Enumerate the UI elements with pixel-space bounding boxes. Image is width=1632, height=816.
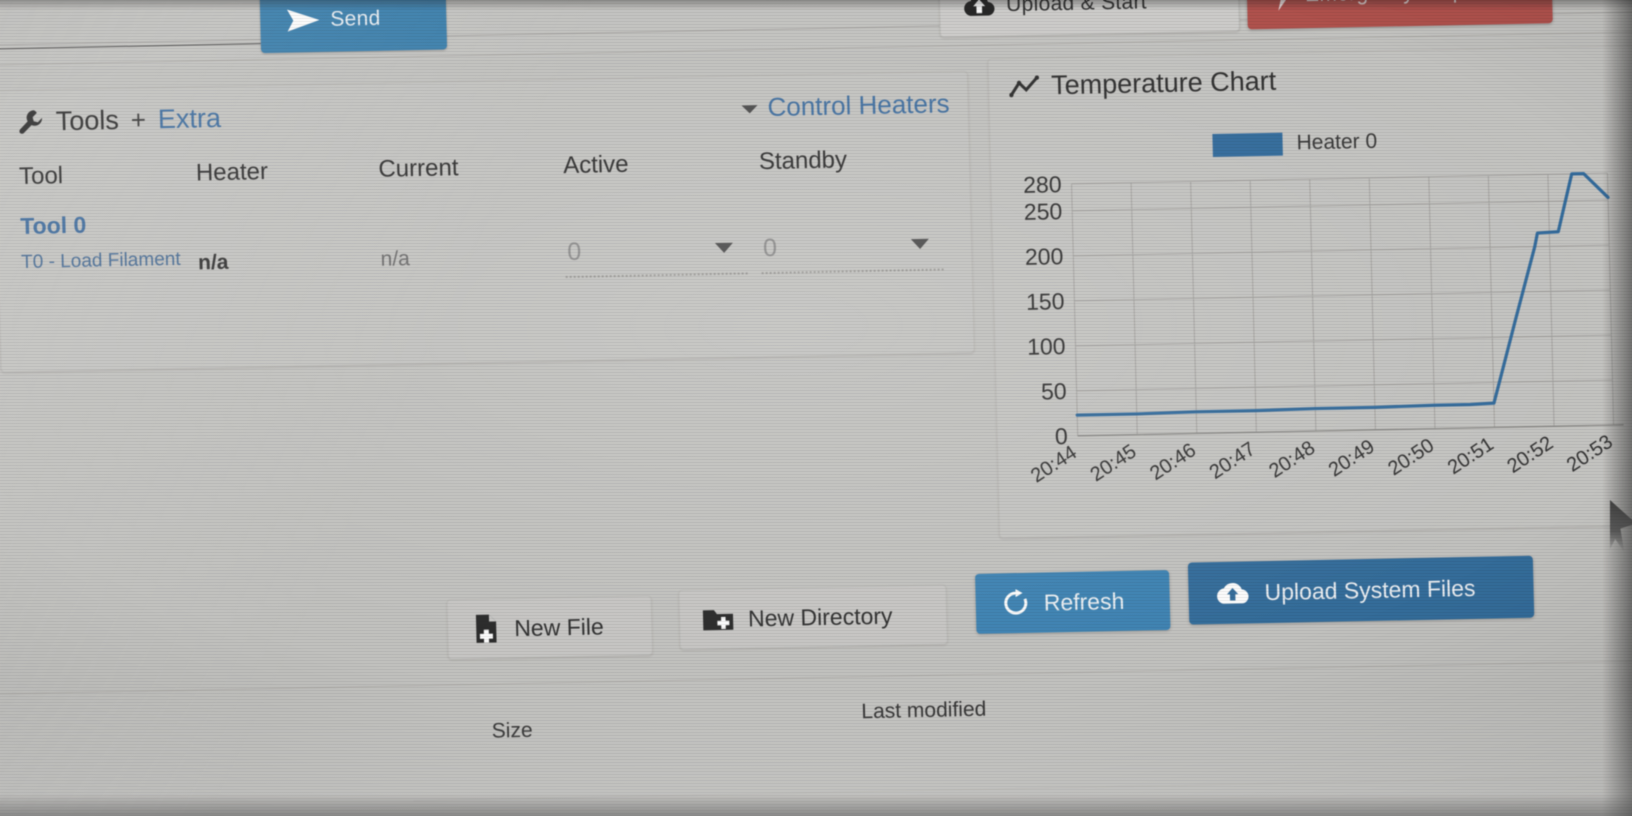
new-file-label: New File — [513, 612, 604, 641]
svg-text:20:45: 20:45 — [1087, 440, 1141, 486]
svg-text:20:46: 20:46 — [1146, 439, 1200, 485]
svg-text:20:44: 20:44 — [1027, 442, 1081, 488]
add-tool-plus[interactable]: + — [130, 104, 146, 135]
photo-edge-shadow-right — [1602, 0, 1632, 816]
send-button-label: Send — [330, 6, 381, 31]
current-value: n/a — [380, 247, 411, 271]
active-caret-down-icon[interactable] — [715, 242, 734, 254]
active-cell: 0 — [564, 198, 762, 284]
new-file-button[interactable]: New File — [446, 595, 653, 660]
col-header-current: Current — [378, 154, 459, 183]
temperature-chart-card: Temperature Chart Heater 0 0 50 100 150 200 2… — [987, 45, 1632, 539]
standby-caret-down-icon[interactable] — [910, 238, 930, 250]
refresh-icon — [1001, 589, 1030, 618]
svg-text:20:47: 20:47 — [1206, 438, 1260, 484]
temperature-chart-title: Temperature Chart — [1050, 65, 1277, 101]
screen-photo: Send Upload & Start Emergency Stop — [0, 0, 1632, 816]
control-heaters-dropdown[interactable]: Control Heaters — [741, 72, 951, 138]
legend-swatch-heater-0 — [1212, 132, 1283, 157]
svg-text:250: 250 — [1024, 198, 1063, 225]
legend-label-heater-0: Heater 0 — [1296, 129, 1378, 155]
new-directory-label: New Directory — [747, 602, 893, 631]
tool-name-link[interactable]: Tool 0 — [20, 209, 197, 240]
wrench-icon — [17, 109, 44, 136]
svg-text:150: 150 — [1026, 288, 1065, 315]
file-table-header: Size Last modified — [0, 660, 1632, 784]
caret-down-icon — [741, 105, 758, 114]
active-temperature-value: 0 — [566, 237, 582, 267]
temperature-chart-svg: 05010015020025028020:44 20:45 20:46 20:47 20… — [1023, 171, 1624, 488]
svg-text:280: 280 — [1023, 171, 1062, 198]
svg-text:20:49: 20:49 — [1325, 436, 1379, 482]
new-directory-button[interactable]: New Directory — [678, 584, 948, 650]
cloud-upload-icon — [1214, 579, 1251, 607]
current-cell: n/a — [379, 202, 566, 288]
upload-system-files-button[interactable]: Upload System Files — [1187, 555, 1535, 625]
standby-temperature-value: 0 — [762, 233, 778, 263]
refresh-button[interactable]: Refresh — [975, 570, 1171, 634]
photo-edge-shadow-bottom — [0, 794, 1632, 816]
file-col-header-size[interactable]: Size — [491, 719, 532, 744]
svg-text:20:48: 20:48 — [1265, 437, 1319, 483]
heater-value: n/a — [197, 250, 229, 275]
tools-table: Tool Heater Current Active Standby Tool … — [18, 134, 951, 295]
active-temperature-input[interactable]: 0 — [565, 234, 756, 284]
svg-text:20:51: 20:51 — [1444, 433, 1498, 479]
upload-system-files-label: Upload System Files — [1264, 574, 1476, 605]
svg-text:200: 200 — [1025, 243, 1064, 270]
standby-input-underline — [761, 268, 944, 275]
tool-load-filament-link[interactable]: T0 - Load Filament — [21, 249, 181, 273]
col-header-active: Active — [562, 150, 629, 180]
svg-text:100: 100 — [1027, 333, 1066, 360]
paper-plane-icon — [286, 7, 321, 34]
svg-text:20:52: 20:52 — [1503, 432, 1557, 478]
chart-legend[interactable]: Heater 0 — [1212, 130, 1377, 157]
photo-edge-shadow-top — [0, 0, 1632, 10]
standby-cell: 0 — [760, 194, 952, 280]
file-plus-icon — [472, 613, 501, 644]
col-header-heater: Heater — [195, 158, 269, 187]
col-header-standby: Standby — [758, 146, 848, 176]
active-input-underline — [565, 272, 748, 279]
tools-card: Tools + Extra Control Heaters Tool Heate… — [0, 70, 975, 373]
main-content: Tools + Extra Control Heaters Tool Heate… — [0, 35, 1632, 816]
extra-link[interactable]: Extra — [158, 102, 222, 134]
line-chart-icon — [1009, 75, 1040, 98]
svg-text:50: 50 — [1041, 378, 1067, 405]
folder-plus-icon — [702, 606, 735, 633]
control-heaters-label: Control Heaters — [767, 87, 950, 122]
file-col-header-last-modified[interactable]: Last modified — [861, 698, 986, 724]
refresh-label: Refresh — [1043, 587, 1125, 616]
duet-web-control-screen: Send Upload & Start Emergency Stop — [0, 0, 1632, 816]
tool-cell: Tool 0 T0 - Load Filament — [20, 209, 199, 295]
heater-cell: n/a — [197, 206, 382, 292]
chart-plot-area: 0 50 100 150 200 250 280 20:44 20:45 20:46 20:47 20… — [1003, 159, 1631, 501]
svg-text:20:50: 20:50 — [1384, 434, 1438, 480]
temperature-chart-header: Temperature Chart — [1009, 66, 1277, 102]
standby-temperature-input[interactable]: 0 — [761, 230, 952, 280]
table-row: Tool 0 T0 - Load Filament n/a n/a 0 0 — [20, 194, 952, 295]
tools-card-title: Tools — [55, 104, 120, 136]
col-header-tool: Tool — [18, 162, 64, 191]
